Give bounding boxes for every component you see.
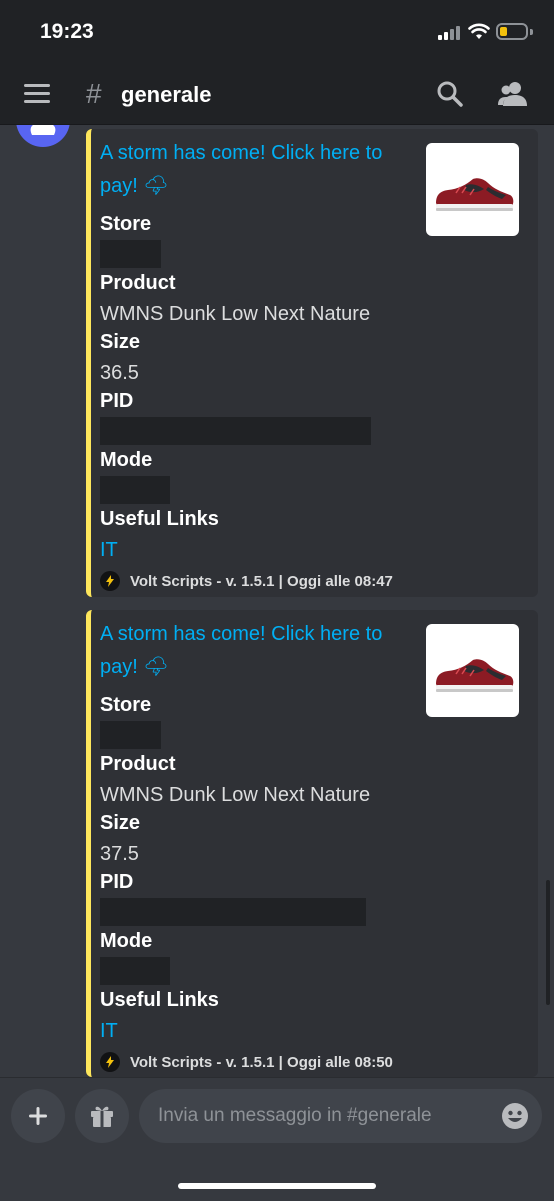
battery-icon <box>496 23 528 40</box>
redacted-mode-value <box>100 476 170 504</box>
search-icon[interactable] <box>436 80 464 108</box>
field-size-label: Size <box>100 331 141 353</box>
field-product-label: Product <box>100 272 176 294</box>
sneaker-thumbnail[interactable] <box>426 624 519 717</box>
wifi-icon <box>468 23 490 39</box>
field-mode-label: Mode <box>100 930 153 952</box>
discord-logo-icon <box>30 125 56 135</box>
lightning-icon <box>100 1052 120 1072</box>
redacted-store-value <box>100 721 161 749</box>
field-pid-label: PID <box>100 871 134 893</box>
plus-icon <box>29 1107 47 1125</box>
embed-footer: Volt Scripts - v. 1.5.1 | Oggi alle 08:4… <box>100 569 393 593</box>
status-time: 19:23 <box>40 20 94 43</box>
message-list[interactable]: A storm has come! Click here to pay! 🌩 S… <box>0 125 554 1077</box>
bot-avatar[interactable] <box>16 125 70 147</box>
field-links-link[interactable]: IT <box>100 539 118 562</box>
redacted-store-value <box>100 240 161 268</box>
emoji-icon[interactable] <box>500 1101 530 1131</box>
message-input[interactable]: Invia un messaggio in #generale <box>139 1089 542 1143</box>
redacted-pid-value <box>100 417 371 445</box>
field-mode-label: Mode <box>100 449 153 471</box>
field-size-value: 37.5 <box>100 843 139 865</box>
members-icon[interactable] <box>498 80 528 108</box>
menu-icon[interactable] <box>24 84 52 106</box>
gift-icon <box>91 1106 113 1127</box>
embed-title-link[interactable]: A storm has come! Click here to pay! 🌩 <box>100 137 400 203</box>
lightning-icon <box>100 571 120 591</box>
field-store-label: Store <box>100 213 152 235</box>
field-product-value: WMNS Dunk Low Next Nature <box>100 784 371 806</box>
embed-footer-text: Volt Scripts - v. 1.5.1 | Oggi alle 08:4… <box>130 572 393 590</box>
add-attachment-button[interactable] <box>11 1089 65 1143</box>
field-links-label: Useful Links <box>100 989 219 1011</box>
embed-title-link[interactable]: A storm has come! Click here to pay! 🌩 <box>100 618 400 684</box>
gift-button[interactable] <box>75 1089 129 1143</box>
channel-name[interactable]: generale <box>121 82 212 108</box>
embed-footer-text: Volt Scripts - v. 1.5.1 | Oggi alle 08:5… <box>130 1053 393 1071</box>
embed-card: A storm has come! Click here to pay! 🌩 S… <box>86 129 538 597</box>
field-links-label: Useful Links <box>100 508 219 530</box>
redacted-pid-value <box>100 898 366 926</box>
home-indicator <box>178 1183 376 1189</box>
field-product-label: Product <box>100 753 176 775</box>
field-product-value: WMNS Dunk Low Next Nature <box>100 303 371 325</box>
field-store-label: Store <box>100 694 152 716</box>
signal-icon <box>438 26 460 40</box>
message-input-placeholder: Invia un messaggio in #generale <box>158 1105 432 1126</box>
field-pid-label: PID <box>100 390 134 412</box>
channel-header <box>0 64 554 125</box>
field-size-label: Size <box>100 812 141 834</box>
field-links-link[interactable]: IT <box>100 1020 118 1043</box>
field-size-value: 36.5 <box>100 362 139 384</box>
embed-footer: Volt Scripts - v. 1.5.1 | Oggi alle 08:5… <box>100 1050 393 1074</box>
redacted-mode-value <box>100 957 170 985</box>
embed-card: A storm has come! Click here to pay! 🌩 S… <box>86 610 538 1077</box>
channel-hash-icon: # <box>86 78 102 109</box>
sneaker-thumbnail[interactable] <box>426 143 519 236</box>
scrollbar[interactable] <box>546 880 550 1005</box>
